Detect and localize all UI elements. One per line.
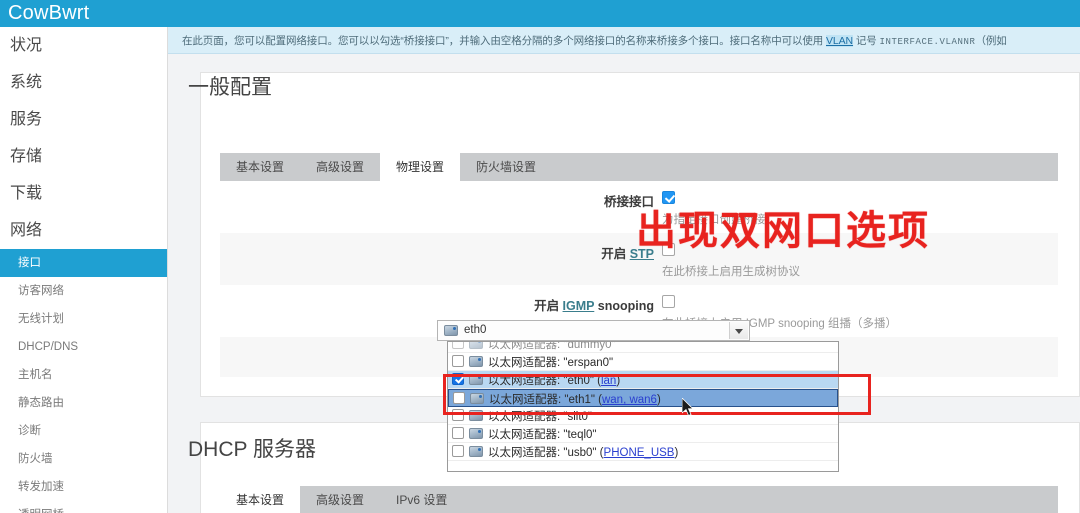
sidebar-subitem-3[interactable]: DHCP/DNS — [0, 333, 167, 361]
checkbox-igmp-snooping[interactable] — [662, 295, 675, 308]
sidebar-item-1[interactable]: 系统 — [0, 64, 167, 101]
sidebar-item-label: 服务 — [10, 111, 43, 128]
dhcp-server-tabs: 基本设置 高级设置 IPv6 设置 — [220, 486, 1058, 513]
ethernet-adapter-icon — [469, 342, 483, 349]
sidebar-sub-group: 接口访客网络无线计划 DHCP/DNS 主机名静态路由诊断防火墙转发加速透明网桥 — [0, 249, 167, 513]
sidebar-subitem-0[interactable]: 接口 — [0, 249, 167, 277]
dropdown-item-text: 以太网适配器: "teql0" — [488, 429, 597, 441]
sidebar-subitem-label: 静态路由 — [18, 397, 64, 409]
tab-label: 基本设置 — [236, 160, 285, 174]
sidebar-subitem-label: 诊断 — [18, 425, 41, 437]
general-config-title: 一般配置 — [188, 76, 272, 99]
sidebar-subitem-label: 透明网桥 — [18, 509, 64, 513]
sidebar-subitem-label: 访客网络 — [18, 285, 64, 297]
dropdown-item-text: 以太网适配器: "erspan0" — [488, 357, 614, 369]
ethernet-adapter-icon — [469, 356, 483, 367]
dropdown-item-6[interactable]: 以太网适配器: "usb0" (PHONE_USB) — [448, 443, 838, 461]
interface-select[interactable]: eth0 — [437, 320, 750, 341]
dropdown-item-checkbox[interactable] — [452, 427, 464, 439]
app-brand-title: CowBwrt — [8, 2, 90, 24]
sidebar-nav: 状况系统服务存储下载网络 接口访客网络无线计划 DHCP/DNS 主机名静态路由诊断… — [0, 27, 168, 513]
sidebar-item-2[interactable]: 服务 — [0, 101, 167, 138]
sidebar-subitem-6[interactable]: 诊断 — [0, 417, 167, 445]
dropdown-item-1[interactable]: 以太网适配器: "erspan0" — [448, 353, 838, 371]
sidebar-item-label: 系统 — [10, 74, 43, 91]
dropdown-item-label: 以太网适配器: "dummy0" — [488, 341, 616, 352]
dropdown-item-checkbox[interactable] — [452, 355, 464, 367]
tab-0[interactable]: 基本设置 — [220, 486, 301, 513]
sidebar-subitem-label: 接口 — [18, 257, 41, 269]
description-before: 在此页面，您可以配置网络接口。您可以以勾选“桥接接口”，并输入由空格分隔的多个网… — [182, 35, 827, 47]
sidebar-item-3[interactable]: 存储 — [0, 138, 167, 175]
vlan-notation-code: INTERFACE.VLANNR — [879, 37, 976, 47]
mouse-cursor — [682, 398, 694, 417]
ethernet-adapter-icon — [469, 446, 483, 457]
dropdown-item-text: 以太网适配器: "usb0" ( — [488, 447, 604, 459]
description-tail: （例如 — [975, 35, 1007, 47]
tab-label: IPv6 设置 — [396, 493, 448, 507]
tab-2[interactable]: 物理设置 — [380, 153, 461, 181]
sidebar-item-label: 网络 — [10, 222, 43, 239]
sidebar-subitem-label: 防火墙 — [18, 453, 53, 465]
sidebar-subitem-label: 转发加速 — [18, 481, 64, 493]
tab-3[interactable]: 防火墙设置 — [460, 153, 552, 181]
description-after: 记号 — [853, 35, 880, 47]
sidebar-subitem-5[interactable]: 静态路由 — [0, 389, 167, 417]
sidebar-subitem-2[interactable]: 无线计划 — [0, 305, 167, 333]
annotation-highlight-box — [443, 374, 871, 415]
tab-0[interactable]: 基本设置 — [220, 153, 300, 181]
dropdown-item-0[interactable]: 以太网适配器: "dummy0" — [448, 341, 838, 353]
sidebar-subitem-1[interactable]: 访客网络 — [0, 277, 167, 305]
dropdown-item-label: 以太网适配器: "usb0" (PHONE_USB) — [488, 444, 678, 460]
tab-label: 物理设置 — [396, 160, 445, 174]
dropdown-item-alias[interactable]: PHONE_USB — [604, 447, 675, 459]
sidebar-item-4[interactable]: 下载 — [0, 175, 167, 212]
sidebar-subitem-label: 主机名 — [18, 369, 53, 381]
app-header-bar: CowBwrt — [0, 0, 1080, 27]
chevron-down-icon[interactable] — [729, 322, 748, 339]
dropdown-item-label: 以太网适配器: "teql0" — [488, 426, 597, 442]
dropdown-item-checkbox[interactable] — [452, 445, 464, 457]
dropdown-item-text-post: ) — [674, 447, 679, 459]
dropdown-item-5[interactable]: 以太网适配器: "teql0" — [448, 425, 838, 443]
igmp-link[interactable]: IGMP — [563, 299, 595, 313]
sidebar-subitem-label: 无线计划 — [18, 313, 64, 325]
sidebar-item-0[interactable]: 状况 — [0, 27, 167, 64]
general-config-tabs: 基本设置 高级设置 物理设置 防火墙设置 — [220, 153, 1058, 181]
ethernet-adapter-icon — [444, 325, 458, 336]
browser-screen: CowBwrt 状况系统服务存储下载网络 接口访客网络无线计划 DHCP/DNS 主… — [0, 0, 1080, 513]
page-description-banner: 在此页面，您可以配置网络接口。您可以以勾选“桥接接口”，并输入由空格分隔的多个网… — [168, 27, 1080, 54]
interface-select-value: eth0 — [464, 324, 487, 336]
tab-2[interactable]: IPv6 设置 — [380, 486, 463, 513]
sidebar-item-label: 存储 — [10, 148, 43, 165]
tab-label: 高级设置 — [316, 493, 365, 507]
tab-1[interactable]: 高级设置 — [300, 486, 380, 513]
page-description-text: 在此页面，您可以配置网络接口。您可以以勾选“桥接接口”，并输入由空格分隔的多个网… — [182, 33, 1007, 48]
sidebar-subitem-9[interactable]: 透明网桥 — [0, 501, 167, 513]
dhcp-server-title: DHCP 服务器 — [188, 438, 316, 461]
annotation-text: 出现双网口选项 — [636, 209, 930, 253]
dropdown-item-text: 以太网适配器: "dummy0" — [488, 341, 616, 351]
label-igmp-snooping: 开启 IGMP snooping — [534, 299, 654, 313]
sidebar-subitem-7[interactable]: 防火墙 — [0, 445, 167, 473]
tab-label: 高级设置 — [316, 160, 365, 174]
tab-1[interactable]: 高级设置 — [300, 153, 380, 181]
sidebar-subitem-8[interactable]: 转发加速 — [0, 473, 167, 501]
dropdown-item-label: 以太网适配器: "erspan0" — [488, 354, 613, 370]
sidebar-item-label: 状况 — [10, 37, 43, 54]
dropdown-item-checkbox[interactable] — [452, 342, 464, 349]
sidebar-top-group: 状况系统服务存储下载网络 — [0, 27, 167, 249]
hint-stp: 在此桥接上启用生成树协议 — [662, 266, 800, 278]
sidebar-subitem-label: DHCP/DNS — [18, 341, 79, 353]
ethernet-adapter-icon — [469, 428, 483, 439]
sidebar-item-5[interactable]: 网络 — [0, 212, 167, 249]
tab-label: 基本设置 — [236, 493, 285, 507]
tab-label: 防火墙设置 — [476, 160, 537, 174]
vlan-link[interactable]: VLAN — [826, 35, 853, 47]
sidebar-subitem-4[interactable]: 主机名 — [0, 361, 167, 389]
sidebar-item-label: 下载 — [10, 185, 43, 202]
